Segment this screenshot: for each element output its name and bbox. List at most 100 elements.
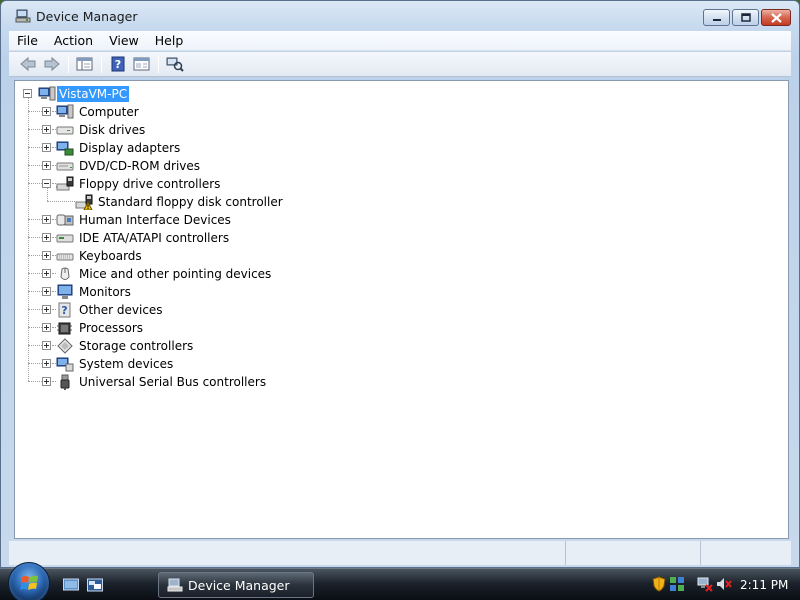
- status-cell: [566, 541, 702, 565]
- tree-connector-line: [28, 345, 42, 346]
- tree-item-3[interactable]: DVD/CD-ROM drives: [77, 158, 202, 174]
- back-button[interactable]: [17, 54, 39, 74]
- menu-bar: File Action View Help: [9, 31, 791, 51]
- show-desktop-icon[interactable]: [63, 578, 79, 592]
- tree-expander-2[interactable]: [42, 143, 51, 152]
- device-manager-icon: [167, 578, 183, 592]
- tree-expander-11[interactable]: [42, 323, 51, 332]
- tree-connector-line: [28, 111, 42, 112]
- keyboard-icon: [56, 248, 74, 264]
- taskbar-clock[interactable]: 2:11 PM: [740, 578, 788, 592]
- tree-connector-line: [28, 273, 42, 274]
- menu-help[interactable]: Help: [147, 32, 192, 50]
- tree-expander-9[interactable]: [42, 287, 51, 296]
- tree-connector-line: [28, 363, 42, 364]
- tree-item-2[interactable]: Display adapters: [77, 140, 182, 156]
- tree-item-14[interactable]: Universal Serial Bus controllers: [77, 374, 268, 390]
- tree-item-1[interactable]: Disk drives: [77, 122, 147, 138]
- help-icon: ?: [111, 56, 125, 72]
- show-hide-console-tree-button[interactable]: [74, 54, 96, 74]
- menu-file[interactable]: File: [9, 32, 46, 50]
- tree-item-5[interactable]: Human Interface Devices: [77, 212, 233, 228]
- tree-connector-line: [28, 147, 42, 148]
- processor-icon: [56, 320, 74, 336]
- tree-connector-line: [28, 165, 42, 166]
- menu-action[interactable]: Action: [46, 32, 101, 50]
- maximize-button[interactable]: [732, 9, 759, 26]
- taskbar-device-manager-button[interactable]: Device Manager: [158, 572, 314, 598]
- title-bar[interactable]: Device Manager: [1, 1, 799, 31]
- disk-drive-icon: [56, 122, 74, 138]
- device-manager-icon: [15, 9, 31, 23]
- tree-expander-4[interactable]: [42, 179, 51, 188]
- tree-connector-line: [28, 255, 42, 256]
- toolbar-separator: [68, 55, 69, 73]
- tree-connector-line: [47, 188, 48, 201]
- tree-item-10[interactable]: Other devices: [77, 302, 165, 318]
- tree-expander-14[interactable]: [42, 377, 51, 386]
- tree-expander-5[interactable]: [42, 215, 51, 224]
- tree-item-11[interactable]: Processors: [77, 320, 145, 336]
- device-tree: VistaVM-PC Computer Disk drives Display ada…: [15, 81, 788, 538]
- svg-text:?: ?: [115, 58, 121, 71]
- toolbar-separator: [101, 55, 102, 73]
- tree-item-12[interactable]: Storage controllers: [77, 338, 195, 354]
- ide-controller-icon: [56, 230, 74, 246]
- properties-button[interactable]: [131, 54, 153, 74]
- floppy-controller-warning-icon: [75, 194, 93, 211]
- svg-text:?: ?: [61, 304, 67, 317]
- tree-connector-line: [28, 219, 42, 220]
- taskbar: Device Manager 2:11 PM: [0, 562, 800, 600]
- tree-item-7[interactable]: Keyboards: [77, 248, 144, 264]
- tree-expander-7[interactable]: [42, 251, 51, 260]
- tree-expander-3[interactable]: [42, 161, 51, 170]
- tree-expander-10[interactable]: [42, 305, 51, 314]
- tree-connector-line: [28, 98, 29, 381]
- tree-expander-13[interactable]: [42, 359, 51, 368]
- tree-expander-8[interactable]: [42, 269, 51, 278]
- tree-connector-line: [28, 183, 42, 184]
- network-disconnected-icon[interactable]: [697, 576, 713, 592]
- tree-expander-0[interactable]: [42, 107, 51, 116]
- status-bar: [9, 541, 791, 565]
- close-button[interactable]: [761, 9, 791, 26]
- tree-item-0[interactable]: Computer: [77, 104, 141, 120]
- security-shield-icon[interactable]: [651, 576, 667, 592]
- storage-controller-icon: [56, 338, 74, 354]
- tree-expander-1[interactable]: [42, 125, 51, 134]
- root-collapse-toggle[interactable]: [23, 89, 32, 98]
- windows-logo-icon: [20, 575, 38, 590]
- computer-icon: [56, 104, 74, 120]
- forward-button[interactable]: [41, 54, 63, 74]
- tree-connector-line: [28, 327, 42, 328]
- network-icon[interactable]: [669, 576, 685, 592]
- window-title: Device Manager: [36, 8, 138, 24]
- tree-expander-12[interactable]: [42, 341, 51, 350]
- system-devices-icon: [56, 356, 74, 372]
- tree-connector-line: [28, 381, 42, 382]
- switch-windows-icon[interactable]: [87, 578, 103, 592]
- device-manager-window: Device Manager File Action View Help ? V…: [0, 0, 800, 568]
- properties-console-icon: [76, 57, 93, 71]
- minimize-button[interactable]: [703, 9, 730, 26]
- window-controls: [703, 9, 791, 26]
- scan-hardware-button[interactable]: [164, 54, 186, 74]
- taskbar-button-label: Device Manager: [188, 577, 290, 593]
- start-button[interactable]: [8, 562, 50, 600]
- tree-expander-6[interactable]: [42, 233, 51, 242]
- volume-muted-icon[interactable]: [716, 576, 732, 592]
- device-tree-pane[interactable]: VistaVM-PC Computer Disk drives Display ada…: [14, 80, 789, 539]
- tree-item-8[interactable]: Mice and other pointing devices: [77, 266, 273, 282]
- tree-root-label[interactable]: VistaVM-PC: [57, 86, 130, 102]
- usb-icon: [56, 374, 74, 390]
- tree-item-9[interactable]: Monitors: [77, 284, 133, 300]
- display-adapter-icon: [56, 140, 74, 156]
- tree-child-item[interactable]: Standard floppy disk controller: [96, 194, 285, 210]
- tree-item-4[interactable]: Floppy drive controllers: [77, 176, 222, 192]
- mouse-icon: [56, 266, 74, 282]
- tree-item-13[interactable]: System devices: [77, 356, 175, 372]
- close-icon: [770, 12, 782, 23]
- help-button[interactable]: ?: [107, 54, 129, 74]
- menu-view[interactable]: View: [101, 32, 147, 50]
- tree-item-6[interactable]: IDE ATA/ATAPI controllers: [77, 230, 231, 246]
